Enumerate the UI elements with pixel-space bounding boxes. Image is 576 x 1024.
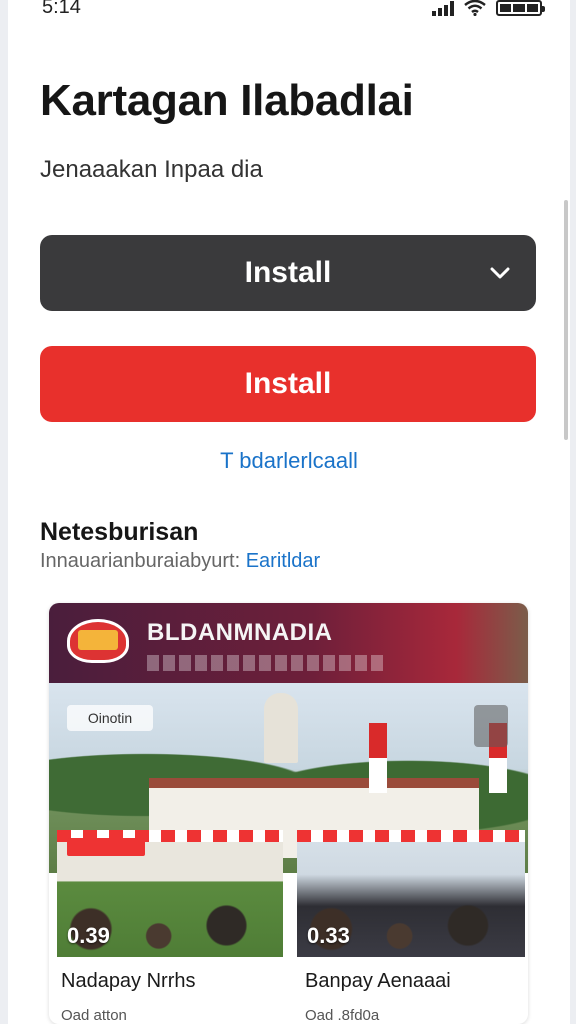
video-meta: Oad .8fd0a xyxy=(305,1007,380,1024)
card-banner: BLDANMNADIA xyxy=(49,603,528,683)
video-duration: 0.33 xyxy=(307,923,350,948)
bookmark-icon[interactable] xyxy=(474,705,508,747)
status-icons xyxy=(432,0,545,16)
banner-text-lines xyxy=(147,655,387,671)
video-thumbnail[interactable]: 0.39 xyxy=(57,830,283,957)
tile-tag xyxy=(67,838,145,856)
page-subtitle: Jenaaakan Inpaa dia xyxy=(40,156,263,183)
banner-title: BLDANMNADIA xyxy=(147,619,333,646)
page-title: Kartagan Ilabadlai xyxy=(40,76,414,125)
battery-icon xyxy=(496,0,545,16)
media-card[interactable]: BLDANMNADIA Oinotin 0.39 0.33 Nadapay Nr… xyxy=(49,603,528,1024)
tile-bunting xyxy=(297,830,525,842)
install-button-label: Install xyxy=(244,367,332,400)
video-title[interactable]: Banpay Aenaaai xyxy=(305,970,451,993)
scene-dome xyxy=(264,693,298,763)
status-time: 5:14 xyxy=(42,0,81,18)
wifi-icon xyxy=(464,0,486,16)
section-subtitle-link[interactable]: Earitldar xyxy=(246,550,320,572)
banner-logo xyxy=(67,619,129,663)
section-title: Netesburisan xyxy=(40,518,199,546)
install-dropdown-label: Install xyxy=(244,256,332,289)
chevron-down-icon[interactable] xyxy=(488,261,512,285)
status-bar: 5:14 xyxy=(8,0,570,20)
section-subtitle-text: Innauarianburaiabyurt: xyxy=(40,550,241,572)
install-button[interactable]: Install xyxy=(40,346,536,422)
video-meta: Oad atton xyxy=(61,1007,127,1024)
video-title[interactable]: Nadapay Nrrhs xyxy=(61,970,196,993)
scene-flag xyxy=(369,723,387,793)
video-duration: 0.39 xyxy=(67,923,110,948)
overlay-badge: Oinotin xyxy=(67,705,153,731)
signal-icon xyxy=(432,0,454,16)
install-dropdown-button[interactable]: Install xyxy=(40,235,536,311)
section-subtitle: Innauarianburaiabyurt: Earitldar xyxy=(40,550,320,573)
video-thumbnail[interactable]: 0.33 xyxy=(297,830,525,957)
app-screen: 5:14 Kartagan Ilabadlai Jenaaakan Inpaa … xyxy=(8,0,570,1024)
scrollbar[interactable] xyxy=(564,200,568,440)
secondary-link[interactable]: T bdarlerlcaall xyxy=(8,448,570,474)
